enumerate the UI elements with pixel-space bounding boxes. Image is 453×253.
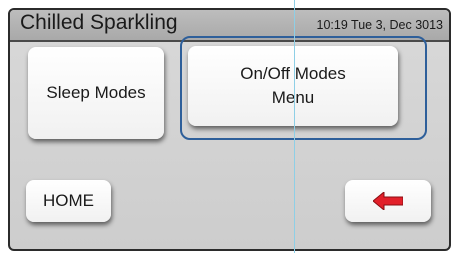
app-title: Chilled Sparkling (20, 11, 178, 34)
home-label: HOME (43, 191, 94, 210)
onoff-modes-label: On/Off Modes Menu (240, 64, 346, 107)
back-button[interactable] (345, 180, 431, 222)
sleep-modes-button[interactable]: Sleep Modes (28, 47, 164, 139)
sleep-modes-label: Sleep Modes (46, 83, 146, 102)
home-button[interactable]: HOME (26, 180, 111, 222)
cursor-line (294, 0, 295, 253)
datetime-display: 10:19 Tue 3, Dec 3013 (316, 18, 443, 32)
left-arrow-icon (373, 192, 403, 210)
onoff-modes-menu-button[interactable]: On/Off Modes Menu (188, 46, 398, 126)
